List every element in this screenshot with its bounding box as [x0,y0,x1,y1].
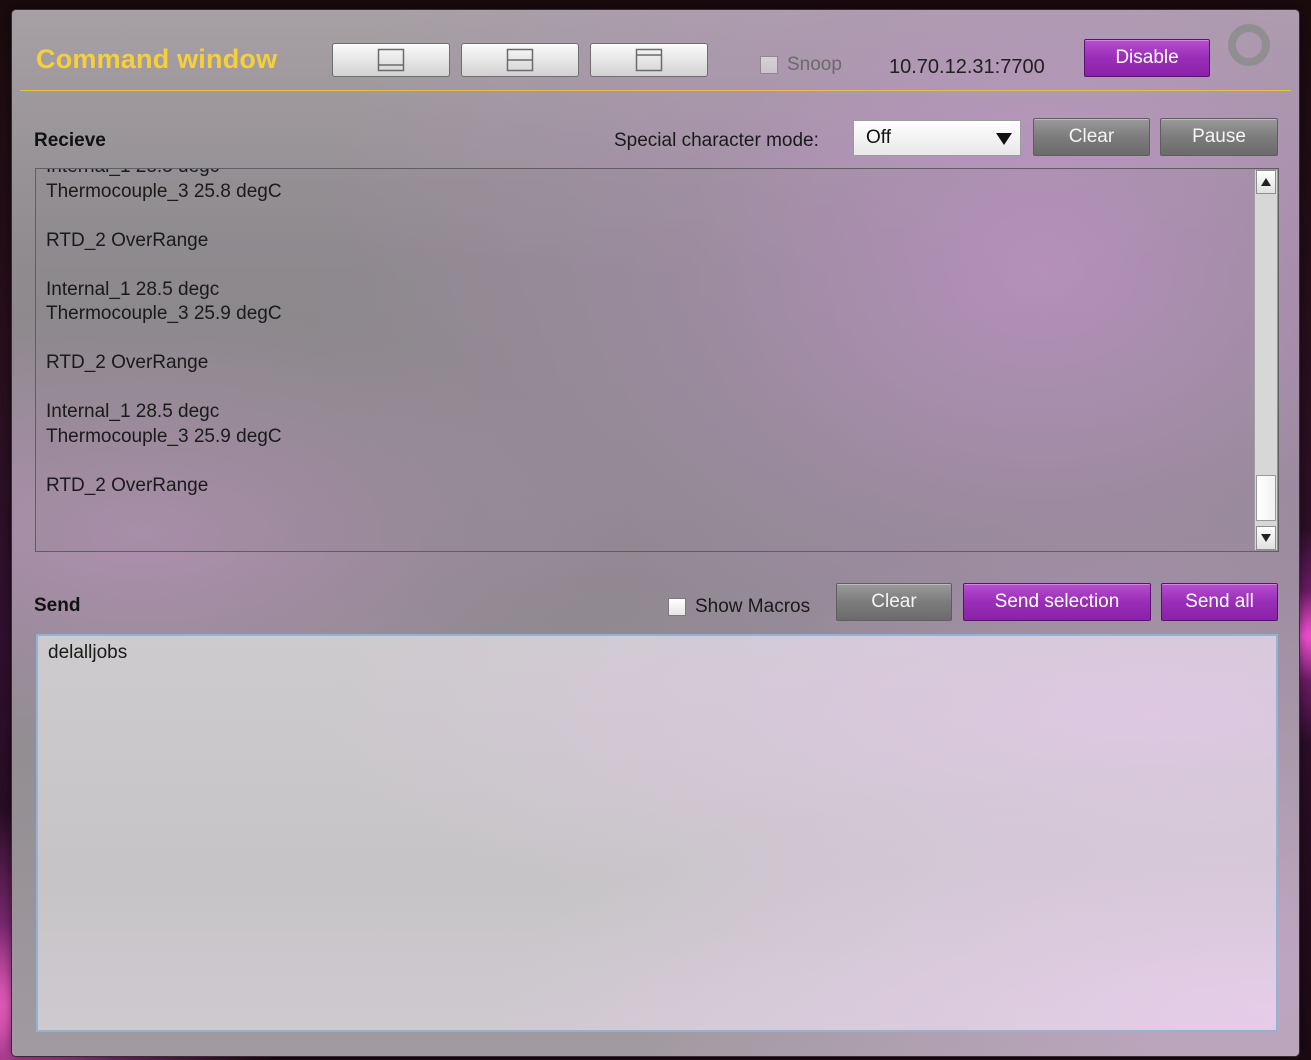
layout-bottom-button[interactable] [332,43,450,77]
special-char-mode-select[interactable]: Off [853,120,1021,156]
show-macros-checkbox[interactable] [668,598,686,616]
receive-scrollbar[interactable] [1254,170,1277,550]
send-clear-button[interactable]: Clear [836,583,952,621]
arrow-down-icon [1261,534,1271,542]
send-selection-button[interactable]: Send selection [963,583,1151,621]
chevron-down-icon [996,133,1012,145]
scroll-thumb[interactable] [1256,475,1276,521]
receive-section-label: Recieve [34,130,106,151]
receive-output[interactable]: Internal_1 28.5 degc Thermocouple_3 25.8… [35,168,1279,552]
window-header: Command window Snoop 10.70.12.31:7700 Di… [20,10,1291,91]
pause-button[interactable]: Pause [1160,118,1278,156]
scroll-up-button[interactable] [1256,170,1276,194]
arrow-up-icon [1261,178,1271,186]
command-window: Command window Snoop 10.70.12.31:7700 Di… [12,10,1299,1056]
snoop-toggle[interactable]: Snoop [760,54,842,76]
window-title: Command window [36,44,278,74]
show-macros-toggle[interactable]: Show Macros [668,596,810,618]
send-input[interactable]: delalljobs [36,634,1278,1032]
snoop-checkbox[interactable] [760,56,778,74]
scroll-down-button[interactable] [1256,526,1276,550]
layout-split-icon [506,48,534,72]
connection-address: 10.70.12.31:7700 [889,56,1045,78]
disable-button[interactable]: Disable [1084,39,1210,77]
layout-top-icon [635,48,663,72]
send-input-text: delalljobs [48,642,128,663]
busy-ring-icon [1228,24,1270,66]
snoop-label: Snoop [787,54,842,75]
receive-log-text: Internal_1 28.5 degc Thermocouple_3 25.8… [46,169,282,496]
receive-clear-button[interactable]: Clear [1033,118,1150,156]
send-all-button[interactable]: Send all [1161,583,1278,621]
special-char-mode-label: Special character mode: [614,130,819,151]
show-macros-label: Show Macros [695,596,811,617]
layout-bottom-icon [377,48,405,72]
layout-split-button[interactable] [461,43,579,77]
special-char-mode-value: Off [866,127,891,148]
layout-top-button[interactable] [590,43,708,77]
send-section-label: Send [34,595,81,616]
